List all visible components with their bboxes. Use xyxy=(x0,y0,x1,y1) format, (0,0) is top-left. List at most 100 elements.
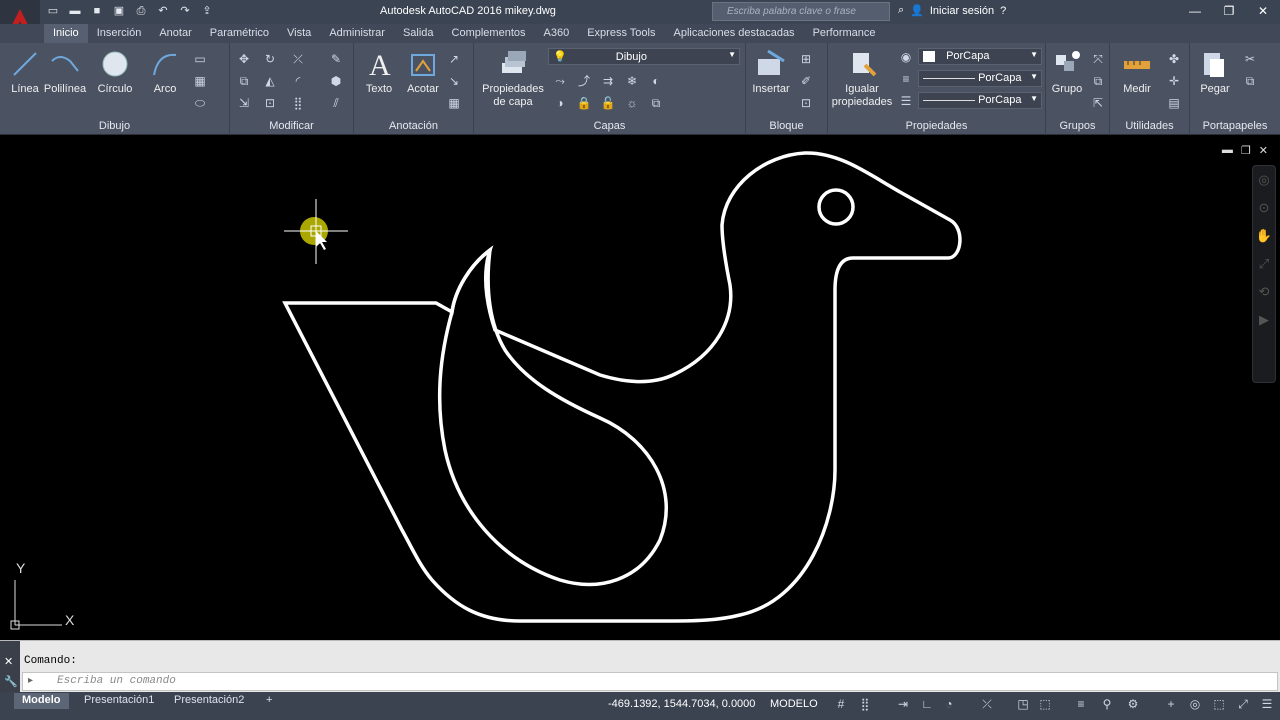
group-select-icon[interactable]: ⇱ xyxy=(1090,95,1106,111)
stretch-icon[interactable]: ⇲ xyxy=(236,95,252,111)
layer-walk-icon[interactable]: ⧉ xyxy=(648,95,664,111)
add-layout-icon[interactable]: + xyxy=(258,693,280,709)
fillet-icon[interactable]: ◜ xyxy=(290,73,306,89)
dynucs-icon[interactable]: ⬚ xyxy=(1036,697,1054,713)
layer-properties-button[interactable]: Propiedades de capa xyxy=(480,49,546,109)
mirror-icon[interactable]: ◭ xyxy=(262,73,278,89)
otrack-icon[interactable]: ◳ xyxy=(1014,697,1032,713)
layer-thaw-icon[interactable]: ☼ xyxy=(624,95,640,111)
erase-icon[interactable]: ✎ xyxy=(328,51,344,67)
tab-a360[interactable]: A360 xyxy=(535,24,579,43)
explode-icon[interactable]: ⬢ xyxy=(328,73,344,89)
polyline-button[interactable]: Polilínea xyxy=(40,49,90,96)
panel-title-grupos[interactable]: Grupos xyxy=(1046,120,1109,132)
panel-title-anotacion[interactable]: Anotación xyxy=(354,120,473,132)
attributes-icon[interactable]: ⊡ xyxy=(798,95,814,111)
layer-off-icon[interactable]: ◐ xyxy=(648,73,664,89)
arc-button[interactable]: Arco xyxy=(140,49,190,96)
rotate-icon[interactable]: ↻ xyxy=(262,51,278,67)
new-file-icon[interactable]: ▭ xyxy=(44,3,62,19)
lineweight-dropdown[interactable]: PorCapa ▼ xyxy=(918,92,1042,109)
snap-icon[interactable]: ⣿ xyxy=(856,697,874,713)
viewport-minimize-icon[interactable]: ▬ xyxy=(1222,144,1233,157)
steering-wheel-icon[interactable]: ◎ xyxy=(1253,172,1275,194)
layer-isolate-icon[interactable]: ⇉ xyxy=(600,73,616,89)
showmotion-icon[interactable]: ▶ xyxy=(1253,312,1275,334)
zoom-extents-icon[interactable]: ⤢ xyxy=(1253,256,1275,278)
command-input[interactable]: Escriba un comando xyxy=(22,672,1278,691)
layer-previous-icon[interactable]: ⤴ xyxy=(576,73,592,89)
match-properties-button[interactable]: Igualar propiedades xyxy=(830,49,894,109)
signin-label[interactable]: Iniciar sesión xyxy=(930,5,994,17)
group-edit-icon[interactable]: ⧉ xyxy=(1090,73,1106,89)
pan-icon[interactable]: ✋ xyxy=(1253,228,1275,250)
share-icon[interactable]: ⇪ xyxy=(198,3,216,19)
zoom-icon[interactable]: ⊙ xyxy=(1253,200,1275,222)
annotation-monitor-icon[interactable]: + xyxy=(1162,697,1180,713)
hardware-accel-icon[interactable]: ⬚ xyxy=(1210,697,1228,713)
layer-dropdown[interactable]: 💡 Dibujo ▼ xyxy=(548,48,740,65)
create-block-icon[interactable]: ⊞ xyxy=(798,51,814,67)
layer-match-icon[interactable]: ⤳ xyxy=(552,73,568,89)
circle-button[interactable]: Círculo xyxy=(90,49,140,96)
array-icon[interactable]: ⣿ xyxy=(290,95,306,111)
tab-inicio[interactable]: Inicio xyxy=(44,24,88,43)
text-button[interactable]: A Texto xyxy=(354,49,404,96)
command-line-handle[interactable]: ✕ 🔧 xyxy=(0,641,20,693)
tab-express-tools[interactable]: Express Tools xyxy=(578,24,664,43)
orbit-icon[interactable]: ⟲ xyxy=(1253,284,1275,306)
polar-icon[interactable]: ◔ xyxy=(940,697,958,713)
tab-administrar[interactable]: Administrar xyxy=(320,24,394,43)
panel-title-capas[interactable]: Capas xyxy=(474,120,745,132)
osnap-icon[interactable]: ⤫ xyxy=(978,697,996,713)
print-icon[interactable]: ⎙ xyxy=(132,3,150,19)
tab-parametrico[interactable]: Paramétrico xyxy=(201,24,278,43)
duck-body-outline[interactable] xyxy=(282,151,962,623)
viewport-restore-icon[interactable]: ❐ xyxy=(1241,144,1251,157)
panel-title-propiedades[interactable]: Propiedades xyxy=(828,120,1045,132)
infer-icon[interactable]: ⇥ xyxy=(894,697,912,713)
tab-complementos[interactable]: Complementos xyxy=(443,24,535,43)
duck-eye[interactable] xyxy=(817,188,855,226)
insert-block-button[interactable]: Insertar xyxy=(746,49,796,96)
tab-vista[interactable]: Vista xyxy=(278,24,320,43)
scale-icon[interactable]: ⊡ xyxy=(262,95,278,111)
tab-layout-1[interactable]: Presentación1 xyxy=(76,693,162,709)
restore-icon[interactable]: ❐ xyxy=(1212,0,1246,22)
command-customize-icon[interactable]: 🔧 xyxy=(4,675,18,688)
model-space-button[interactable]: MODELO xyxy=(770,698,818,710)
panel-title-portapapeles[interactable]: Portapapeles xyxy=(1190,120,1280,132)
open-file-icon[interactable]: ▬ xyxy=(66,3,84,19)
binoculars-icon[interactable]: ⌕ xyxy=(898,4,904,17)
ellipse-icon[interactable]: ⬭ xyxy=(192,95,208,111)
close-icon[interactable]: ✕ xyxy=(1246,0,1280,22)
ungroup-icon[interactable]: ⤧ xyxy=(1090,51,1106,67)
grid-icon[interactable]: # xyxy=(832,697,850,713)
offset-icon[interactable]: ⫽ xyxy=(328,95,344,111)
layer-on-icon[interactable]: ◑ xyxy=(552,95,568,111)
drawing-area[interactable]: Y X xyxy=(0,136,1280,640)
panel-title-utilidades[interactable]: Utilidades xyxy=(1110,120,1189,132)
linetype-dropdown[interactable]: PorCapa ▼ xyxy=(918,70,1042,87)
panel-title-bloque[interactable]: Bloque xyxy=(746,120,827,132)
edit-block-icon[interactable]: ✐ xyxy=(798,73,814,89)
tab-aplicaciones[interactable]: Aplicaciones destacadas xyxy=(664,24,803,43)
minimize-icon[interactable]: — xyxy=(1178,0,1212,22)
measure-button[interactable]: Medir xyxy=(1112,49,1162,96)
viewport-close-icon[interactable]: ✕ xyxy=(1259,144,1268,157)
quick-select-icon[interactable]: ✤ xyxy=(1166,51,1182,67)
multileader-icon[interactable]: ↘ xyxy=(446,73,462,89)
search-input[interactable]: Escriba palabra clave o frase xyxy=(712,2,890,21)
layer-unlock-icon[interactable]: 🔓 xyxy=(600,95,616,111)
lineweight-toggle-icon[interactable]: ≡ xyxy=(1072,697,1090,713)
group-button[interactable]: Grupo xyxy=(1042,49,1092,96)
ortho-icon[interactable]: ∟ xyxy=(918,697,936,713)
tab-performance[interactable]: Performance xyxy=(804,24,885,43)
signin-area[interactable]: ⌕ 👤 Iniciar sesión ? xyxy=(898,4,1006,17)
workspace-gear-icon[interactable]: ⚙ xyxy=(1124,697,1142,713)
rectangle-icon[interactable]: ▭ xyxy=(192,51,208,67)
point-icon[interactable]: ✛ xyxy=(1166,73,1182,89)
layer-freeze-icon[interactable]: ❄ xyxy=(624,73,640,89)
tab-salida[interactable]: Salida xyxy=(394,24,443,43)
copy-clip-icon[interactable]: ⧉ xyxy=(1242,73,1258,89)
